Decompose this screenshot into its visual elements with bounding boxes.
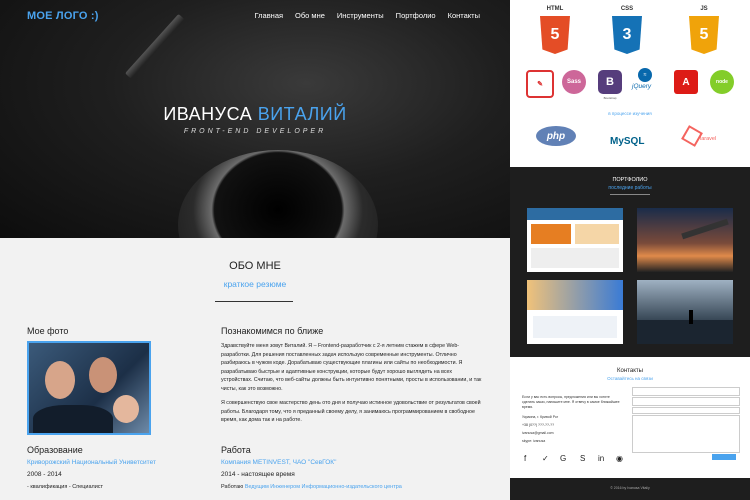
hero-section: МОЕ ЛОГО :) Главная Обо мне Инструменты … [0,0,510,238]
linkedin-icon[interactable]: in [598,454,604,463]
nav-item-tools[interactable]: Инструменты [337,11,384,20]
skills-section: HTML 5 CSS 3 JS 5 ✎ Sass B Bootstrap jQu… [510,0,750,167]
portfolio-thumb-1[interactable] [527,208,623,272]
nav-item-contacts[interactable]: Контакты [448,11,480,20]
css3-icon: 3 [612,16,642,54]
portfolio-title: ПОРТФОЛИО [612,177,648,183]
sass-icon: Sass [562,70,586,94]
intro-heading: Познакомимся по ближе [221,326,324,336]
html5-icon: 5 [540,16,570,54]
intro-paragraph-2: Я совершенствую свое мастерство день ото… [221,400,481,423]
photo-face-child [113,395,139,423]
thumb-1-block [575,224,619,244]
top-nav: Главная Обо мне Инструменты Портфолио Ко… [255,11,481,20]
about-subtitle: краткое резюме [223,279,287,289]
contact-subject-field[interactable] [632,407,740,414]
hero-last-name: ВИТАЛИЙ [257,104,347,124]
nodejs-icon: node [710,70,734,94]
coffee-cup-image [178,150,378,238]
php-icon: php [536,126,576,146]
hero-title: ИВАНУСА ВИТАЛИЙ [0,104,510,125]
about-divider [215,301,293,302]
education-school[interactable]: Криворожский Национальный Униветситет [27,459,156,466]
work-company[interactable]: Компания METINVEST, ЧАО "СевГОК" [221,459,336,466]
google-plus-icon[interactable]: G [560,454,566,463]
portfolio-divider [610,194,650,195]
jquery-icon: ≈ [638,68,652,82]
portfolio-thumb-3[interactable] [527,280,623,344]
thumb-1-header [527,208,623,220]
laravel-label: laravel [700,136,717,142]
js-label: JS [700,6,708,12]
work-heading: Работа [221,445,251,455]
jquery-label: jQuery [632,83,652,90]
portfolio-thumb-4[interactable] [637,280,733,344]
portfolio-subtitle: последние работы [608,185,652,191]
contacts-intro: Если у вас есть вопросы, предложения или… [522,395,620,409]
education-heading: Образование [27,445,83,455]
hero-first-name: ИВАНУСА [163,104,253,124]
about-title: ОБО МНЕ [229,260,281,272]
photo-face-woman [89,357,117,393]
footer: © 2016 by Ivanusa Vitaliy [510,478,750,500]
thumb-2-plane [681,218,729,240]
thumb-4-floor [637,320,733,344]
contact-email[interactable]: ivanusa@gmail.com [522,431,554,435]
portfolio-section: ПОРТФОЛИО последние работы [510,167,750,357]
facebook-icon[interactable]: f [524,454,526,463]
thumb-1-banner [531,224,571,244]
nav-item-home[interactable]: Главная [255,11,284,20]
about-section: ОБО МНЕ краткое резюме Мое фото Познаком… [0,238,510,500]
css-label: CSS [620,6,634,12]
preview-column: HTML 5 CSS 3 JS 5 ✎ Sass B Bootstrap jQu… [510,0,750,500]
skype-icon[interactable]: S [580,454,585,463]
education-years: 2008 - 2014 [27,471,62,478]
photo-shirt [33,405,113,433]
learning-label: в процессе изучения [608,111,652,116]
bootstrap-label: Bootstrap [603,96,617,100]
contacts-subtitle: Оставайтесь на связи [607,376,653,381]
contact-email-field[interactable] [632,397,740,406]
contact-message-field[interactable] [632,415,740,453]
footer-copyright: © 2016 by Ivanusa Vitaliy [610,486,650,490]
thumb-3-content [533,316,617,338]
mysql-icon: MySQL [610,136,645,147]
work-years: 2014 - настоящее время [221,471,295,478]
profile-photo [27,341,151,435]
editor-icon: ✎ [526,70,554,98]
contact-send-button[interactable] [712,454,736,460]
contact-phone[interactable]: +38 (0??) ???-??-?? [522,423,554,427]
photo-face-man [45,361,75,399]
contact-skype[interactable]: skype: ivanusa [522,439,545,443]
vk-icon[interactable]: ✓ [542,454,549,463]
js-icon: 5 [689,16,719,54]
html-label: HTML [546,6,564,12]
angular-icon: A [674,70,698,94]
nav-item-portfolio[interactable]: Портфолио [396,11,436,20]
education-detail: - квалификация - Специалист [27,484,104,490]
contact-name-field[interactable] [632,387,740,396]
thumb-1-content [531,248,619,268]
contact-location: Украина, г. Кривой Рог [522,415,559,419]
portfolio-thumb-2[interactable] [637,208,733,272]
work-role-title: Ведущим Инженером Информационно-издатель… [244,484,402,490]
thumb-4-person [689,310,693,324]
intro-paragraph-1: Здравствуйте меня зовут Виталий. Я – Fro… [221,343,482,392]
photo-heading: Мое фото [27,326,69,336]
hero-subtitle: FRONT-END DEVELOPER [183,128,327,135]
bootstrap-icon: B [598,70,622,94]
work-role: Работаю Ведущим Инженером Информационно-… [221,484,402,490]
site-logo[interactable]: МОЕ ЛОГО :) [27,10,99,22]
nav-item-about[interactable]: Обо мне [295,11,325,20]
main-page: МОЕ ЛОГО :) Главная Обо мне Инструменты … [0,0,510,500]
pencil-image [125,13,185,79]
contacts-title: Контакты [617,368,643,374]
work-role-prefix: Работаю [221,484,244,490]
thumb-3-banner [527,280,623,310]
github-icon[interactable]: ◉ [616,454,623,463]
